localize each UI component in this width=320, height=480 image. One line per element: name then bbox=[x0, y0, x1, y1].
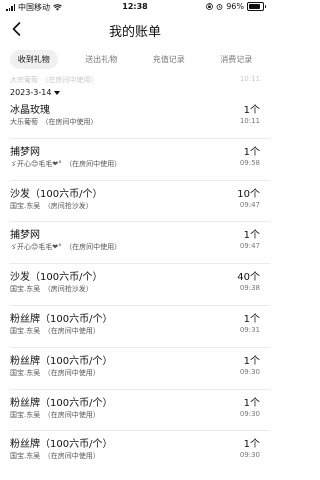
gift-time: 09:30 bbox=[239, 409, 260, 418]
gift-count: 1个 bbox=[243, 105, 260, 116]
gift-sender: 国宝.东吴 （房间抢沙发） bbox=[10, 201, 93, 210]
tab-consumption-records[interactable]: 消费记录 bbox=[212, 50, 260, 69]
list-item[interactable]: 沙发（100六币/个） 国宝.东吴 （房间抢沙发） 40个 09:38 bbox=[0, 264, 270, 306]
gift-time: 09:30 bbox=[239, 451, 260, 460]
gift-name: 捕梦网 bbox=[10, 146, 40, 158]
nav-bar: 我的账单 bbox=[0, 14, 270, 44]
gift-time: 09:31 bbox=[239, 325, 260, 334]
tab-sent-gifts[interactable]: 送出礼物 bbox=[77, 50, 125, 69]
gift-sender: 国宝.东吴 （在房间中使用） bbox=[10, 410, 100, 419]
list-item[interactable]: 粉丝牌（100六币/个） 国宝.东吴 （在房间中使用） 1个 09:30 bbox=[0, 431, 270, 473]
gift-count: 40个 bbox=[237, 272, 260, 284]
gift-sender: ゞ开心😊毛毛❤° （在房间中使用） bbox=[10, 243, 122, 252]
gift-name: 沙发（100六币/个） bbox=[10, 188, 103, 200]
status-right: 96% bbox=[206, 2, 266, 11]
gift-name: 冰晶玫瑰 bbox=[10, 105, 50, 116]
alarm-icon bbox=[216, 4, 223, 10]
tab-bar: 收到礼物 送出礼物 充值记录 消费记录 bbox=[0, 46, 270, 72]
gift-count: 10个 bbox=[237, 188, 260, 200]
gift-name: 粉丝牌（100六币/个） bbox=[10, 439, 113, 451]
list-item[interactable]: 捕梦网 ゞ开心😊毛毛❤° （在房间中使用） 1个 09:58 bbox=[0, 139, 270, 181]
triangle-down-icon[interactable] bbox=[54, 90, 61, 95]
gift-count: 1个 bbox=[243, 439, 260, 451]
tab-recharge-records[interactable]: 充值记录 bbox=[145, 50, 193, 69]
tab-received-gifts[interactable]: 收到礼物 bbox=[9, 49, 58, 69]
gift-sender: 大乐葡萄 （在房间中使用） bbox=[10, 118, 98, 126]
list-item[interactable]: 捕梦网 ゞ开心😊毛毛❤° （在房间中使用） 1个 09:47 bbox=[0, 222, 270, 265]
list-item[interactable]: 沙发（100六币/个） 国宝.东吴 （房间抢沙发） 10个 09:47 bbox=[0, 181, 270, 223]
gift-sender: 国宝.东吴 （房间抢沙发） bbox=[10, 285, 93, 294]
gift-name: 粉丝牌（100六币/个） bbox=[10, 313, 113, 325]
gift-count: 1个 bbox=[243, 313, 260, 325]
list-item[interactable]: 粉丝牌（100六币/个） 国宝.东吴 （在房间中使用） 1个 09:31 bbox=[0, 306, 270, 348]
faded-row-sub: 大宗葡萄 （在房间中使用） bbox=[10, 76, 98, 84]
list-item[interactable]: 冰晶玫瑰 大乐葡萄 （在房间中使用） 1个 10:11 bbox=[0, 97, 270, 139]
gift-time: 10:11 bbox=[239, 117, 260, 125]
gift-sender: 国宝.东吴 （在房间中使用） bbox=[10, 452, 100, 461]
battery-percent: 96% bbox=[226, 2, 244, 11]
gift-name: 粉丝牌（100六币/个） bbox=[10, 355, 113, 367]
gift-name: 沙发（100六币/个） bbox=[10, 272, 103, 284]
gift-record-list: 冰晶玫瑰 大乐葡萄 （在房间中使用） 1个 10:11 捕梦网 ゞ开心😊毛毛❤°… bbox=[0, 97, 270, 473]
gift-count: 1个 bbox=[243, 397, 260, 409]
gift-name: 捕梦网 bbox=[10, 230, 40, 242]
faded-row: 大宗葡萄 （在房间中使用） 10:11 bbox=[0, 73, 270, 87]
gift-count: 1个 bbox=[243, 146, 260, 158]
page-title: 我的账单 bbox=[108, 25, 161, 40]
list-item[interactable]: 粉丝牌（100六币/个） 国宝.东吴 （在房间中使用） 1个 09:30 bbox=[0, 390, 270, 432]
gift-sender: ゞ开心😊毛毛❤° （在房间中使用） bbox=[10, 159, 122, 168]
status-bar: 中国移动 12:38 96% bbox=[0, 0, 270, 14]
gift-count: 1个 bbox=[243, 230, 260, 242]
gift-time: 09:47 bbox=[239, 242, 260, 251]
orientation-lock-icon bbox=[206, 3, 214, 10]
gift-time: 09:58 bbox=[239, 158, 260, 167]
gift-time: 09:47 bbox=[239, 200, 260, 209]
gift-time: 09:38 bbox=[239, 284, 260, 293]
battery-icon bbox=[247, 2, 266, 11]
gift-count: 1个 bbox=[243, 355, 260, 367]
gift-sender: 国宝.东吴 （在房间中使用） bbox=[10, 368, 100, 377]
gift-sender: 国宝.东吴 （在房间中使用） bbox=[10, 326, 100, 335]
faded-row-time: 10:11 bbox=[239, 75, 260, 83]
date-label: 2023-3-14 bbox=[10, 88, 52, 97]
list-item[interactable]: 粉丝牌（100六币/个） 国宝.东吴 （在房间中使用） 1个 09:30 bbox=[0, 348, 270, 390]
gift-name: 粉丝牌（100六币/个） bbox=[10, 397, 113, 409]
gift-time: 09:30 bbox=[239, 367, 260, 376]
